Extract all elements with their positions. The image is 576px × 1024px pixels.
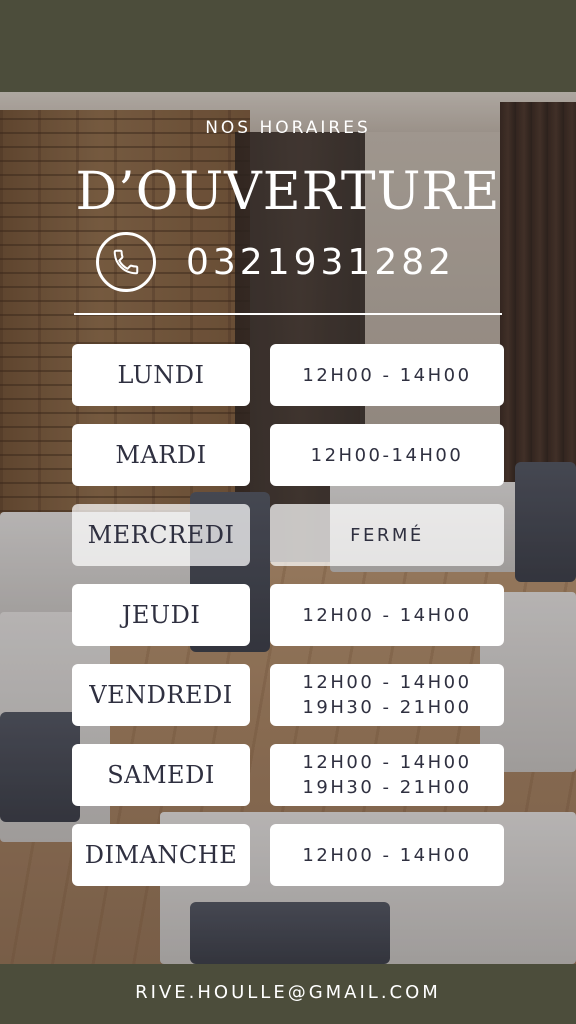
- hours-box: 12H00 - 14H00: [270, 584, 504, 646]
- phone-icon: [96, 232, 156, 292]
- day-label: DIMANCHE: [72, 824, 250, 886]
- headline: D’OUVERTURE: [75, 162, 501, 222]
- day-label: VENDREDI: [72, 664, 250, 726]
- day-label: LUNDI: [72, 344, 250, 406]
- hours-line: 12H00 - 14H00: [302, 604, 472, 626]
- hours-line: 12H00 - 14H00: [302, 364, 472, 386]
- phone-number[interactable]: 0321931282: [186, 242, 455, 283]
- schedule-row-lundi: LUNDI 12H00 - 14H00: [0, 344, 576, 406]
- eyebrow-text: NOS HORAIRES: [205, 118, 371, 138]
- phone-row[interactable]: 0321931282: [96, 232, 496, 298]
- schedule-row-jeudi: JEUDI 12H00 - 14H00: [0, 584, 576, 646]
- hours-line: FERMÉ: [350, 524, 424, 546]
- hours-line: 12H00 - 14H00: [302, 672, 472, 693]
- hours-line: 12H00 - 14H00: [302, 844, 472, 866]
- divider: [74, 313, 502, 315]
- schedule-row-mardi: MARDI 12H00-14H00: [0, 424, 576, 486]
- hours-line: 19H30 - 21H00: [302, 697, 472, 718]
- hours-box: 12H00 - 14H00 19H30 - 21H00: [270, 664, 504, 726]
- hours-line: 19H30 - 21H00: [302, 777, 472, 798]
- hours-box: 12H00-14H00: [270, 424, 504, 486]
- poster-content: NOS HORAIRES D’OUVERTURE 0321931282 LUND…: [0, 0, 576, 1024]
- hours-line: 12H00 - 14H00: [302, 752, 472, 773]
- hours-box: 12H00 - 14H00 19H30 - 21H00: [270, 744, 504, 806]
- hours-box: FERMÉ: [270, 504, 504, 566]
- schedule-row-mercredi: MERCREDI FERMÉ: [0, 504, 576, 566]
- hours-box: 12H00 - 14H00: [270, 824, 504, 886]
- day-label: SAMEDI: [72, 744, 250, 806]
- schedule-row-vendredi: VENDREDI 12H00 - 14H00 19H30 - 21H00: [0, 664, 576, 726]
- day-label: JEUDI: [72, 584, 250, 646]
- hours-line: 12H00-14H00: [310, 444, 464, 466]
- footer-email[interactable]: RIVE.HOULLE@GMAIL.COM: [0, 982, 576, 1003]
- day-label: MARDI: [72, 424, 250, 486]
- day-label: MERCREDI: [72, 504, 250, 566]
- schedule-row-samedi: SAMEDI 12H00 - 14H00 19H30 - 21H00: [0, 744, 576, 806]
- schedule-row-dimanche: DIMANCHE 12H00 - 14H00: [0, 824, 576, 886]
- hours-box: 12H00 - 14H00: [270, 344, 504, 406]
